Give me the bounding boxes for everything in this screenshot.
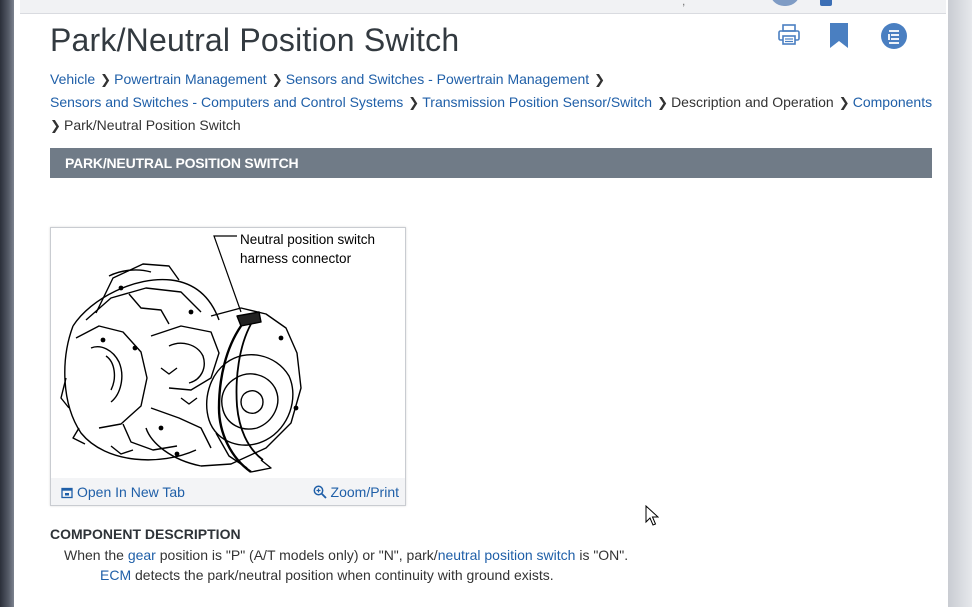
figure-footer: Open In New Tab Zoom/Print: [51, 478, 405, 505]
breadcrumb-current: Park/Neutral Position Switch: [64, 117, 241, 133]
description-paragraph-1: When the gear position is "P" (A/T model…: [64, 545, 924, 565]
toolbar-fragment: ,: [682, 0, 686, 8]
breadcrumb-powertrain-management[interactable]: Powertrain Management: [114, 71, 267, 87]
text-segment: detects the park/neutral position when c…: [131, 567, 554, 583]
breadcrumb: Vehicle ❯ Powertrain Management ❯ Sensors an…: [50, 68, 948, 137]
chevron-right-icon: ❯: [594, 72, 606, 87]
mouse-cursor-icon: [645, 505, 659, 526]
content-panel: , Park/Neutral Position Switch Vehicle ❯…: [14, 0, 948, 607]
bookmark-button[interactable]: [826, 22, 856, 52]
component-figure[interactable]: Neutral position switch harness connecto…: [50, 227, 406, 506]
text-segment: position is "P" (A/T models only) or "N"…: [155, 547, 438, 563]
chevron-right-icon: ❯: [100, 72, 112, 87]
zoom-print-label: Zoom/Print: [330, 484, 399, 500]
component-description-text: When the gear position is "P" (A/T model…: [64, 545, 924, 585]
chevron-right-icon: ❯: [657, 95, 668, 110]
chevron-right-icon: ❯: [271, 72, 283, 87]
user-avatar[interactable]: [770, 0, 800, 6]
neutral-position-switch-link[interactable]: neutral position switch: [438, 547, 576, 563]
breadcrumb-transmission-position-sensor[interactable]: Transmission Position Sensor/Switch: [422, 94, 652, 110]
chevron-right-icon: ❯: [838, 95, 850, 110]
transmission-diagram: Neutral position switch harness connecto…: [60, 232, 375, 473]
breadcrumb-sensors-switches-computers[interactable]: Sensors and Switches - Computers and Con…: [50, 94, 403, 110]
open-new-tab-label: Open In New Tab: [77, 484, 185, 500]
breadcrumb-description-operation: Description and Operation: [671, 94, 834, 110]
toc-icon: [881, 23, 907, 49]
breadcrumb-sensors-switches-powertrain[interactable]: Sensors and Switches - Powertrain Manage…: [286, 71, 589, 87]
text-segment: When the: [64, 547, 128, 563]
section-header: PARK/NEUTRAL POSITION SWITCH: [50, 148, 932, 178]
chevron-right-icon: ❯: [50, 118, 61, 133]
open-new-tab-button[interactable]: Open In New Tab: [61, 484, 185, 500]
callout-label-line2: harness connector: [240, 251, 352, 266]
print-button[interactable]: [776, 22, 806, 52]
text-segment: is "ON".: [575, 547, 629, 563]
ecm-link[interactable]: ECM: [100, 567, 131, 583]
component-description-heading: COMPONENT DESCRIPTION: [50, 526, 241, 542]
breadcrumb-components[interactable]: Components: [853, 94, 932, 110]
section-heading: PARK/NEUTRAL POSITION SWITCH: [65, 155, 299, 171]
breadcrumb-vehicle[interactable]: Vehicle: [50, 71, 95, 87]
zoom-print-button[interactable]: Zoom/Print: [313, 484, 399, 500]
document-icon[interactable]: [820, 0, 832, 6]
zoom-icon: [313, 485, 327, 499]
toc-button[interactable]: [880, 22, 910, 52]
bookmark-icon: [830, 23, 848, 48]
chevron-right-icon: ❯: [408, 95, 420, 110]
background-right: [948, 0, 972, 607]
callout-label-line1: Neutral position switch: [240, 232, 375, 247]
print-icon: [778, 24, 800, 45]
top-toolbar: ,: [20, 0, 946, 14]
background-left: [0, 0, 14, 607]
open-tab-icon: [61, 487, 73, 499]
page-title: Park/Neutral Position Switch: [50, 22, 460, 58]
description-paragraph-2: ECM detects the park/neutral position wh…: [50, 565, 924, 585]
gear-link[interactable]: gear: [128, 547, 156, 563]
